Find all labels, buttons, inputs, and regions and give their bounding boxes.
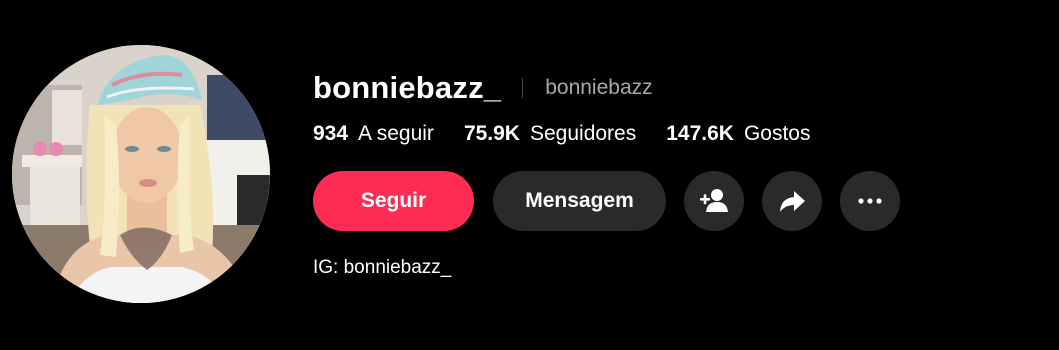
following-label: A seguir <box>358 122 434 145</box>
avatar-photo <box>12 45 270 303</box>
followers-label: Seguidores <box>529 122 637 145</box>
name-divider <box>522 78 524 98</box>
share-button[interactable] <box>762 171 822 231</box>
message-button[interactable]: Mensagem <box>493 171 666 231</box>
username: bonniebazz <box>545 76 653 99</box>
avatar[interactable] <box>12 45 270 303</box>
stat-following[interactable]: 934 A seguir <box>313 122 434 146</box>
share-arrow-icon <box>780 191 805 212</box>
profile-header: bonniebazz_ bonniebazz 934 A seguir 75.9… <box>0 0 1059 350</box>
likes-count: 147.6K <box>666 122 734 145</box>
stats-row: 934 A seguir 75.9K Seguidores 147.6K Gos… <box>313 118 840 150</box>
name-row: bonniebazz_ bonniebazz <box>313 66 653 110</box>
bio-text: IG: bonniebazz_ <box>313 257 452 278</box>
actions-row: Seguir Mensagem <box>313 171 900 231</box>
likes-label: Gostos <box>743 122 811 145</box>
stat-followers[interactable]: 75.9K Seguidores <box>464 122 636 146</box>
following-count: 934 <box>313 122 349 145</box>
follow-button[interactable]: Seguir <box>313 171 474 231</box>
stat-likes: 147.6K Gostos <box>666 122 810 146</box>
add-user-icon <box>700 189 728 212</box>
followers-count: 75.9K <box>463 122 520 145</box>
more-button[interactable] <box>840 171 900 231</box>
more-horizontal-icon <box>858 198 882 204</box>
display-name: bonniebazz_ <box>313 70 502 105</box>
add-friend-button[interactable] <box>684 171 744 231</box>
